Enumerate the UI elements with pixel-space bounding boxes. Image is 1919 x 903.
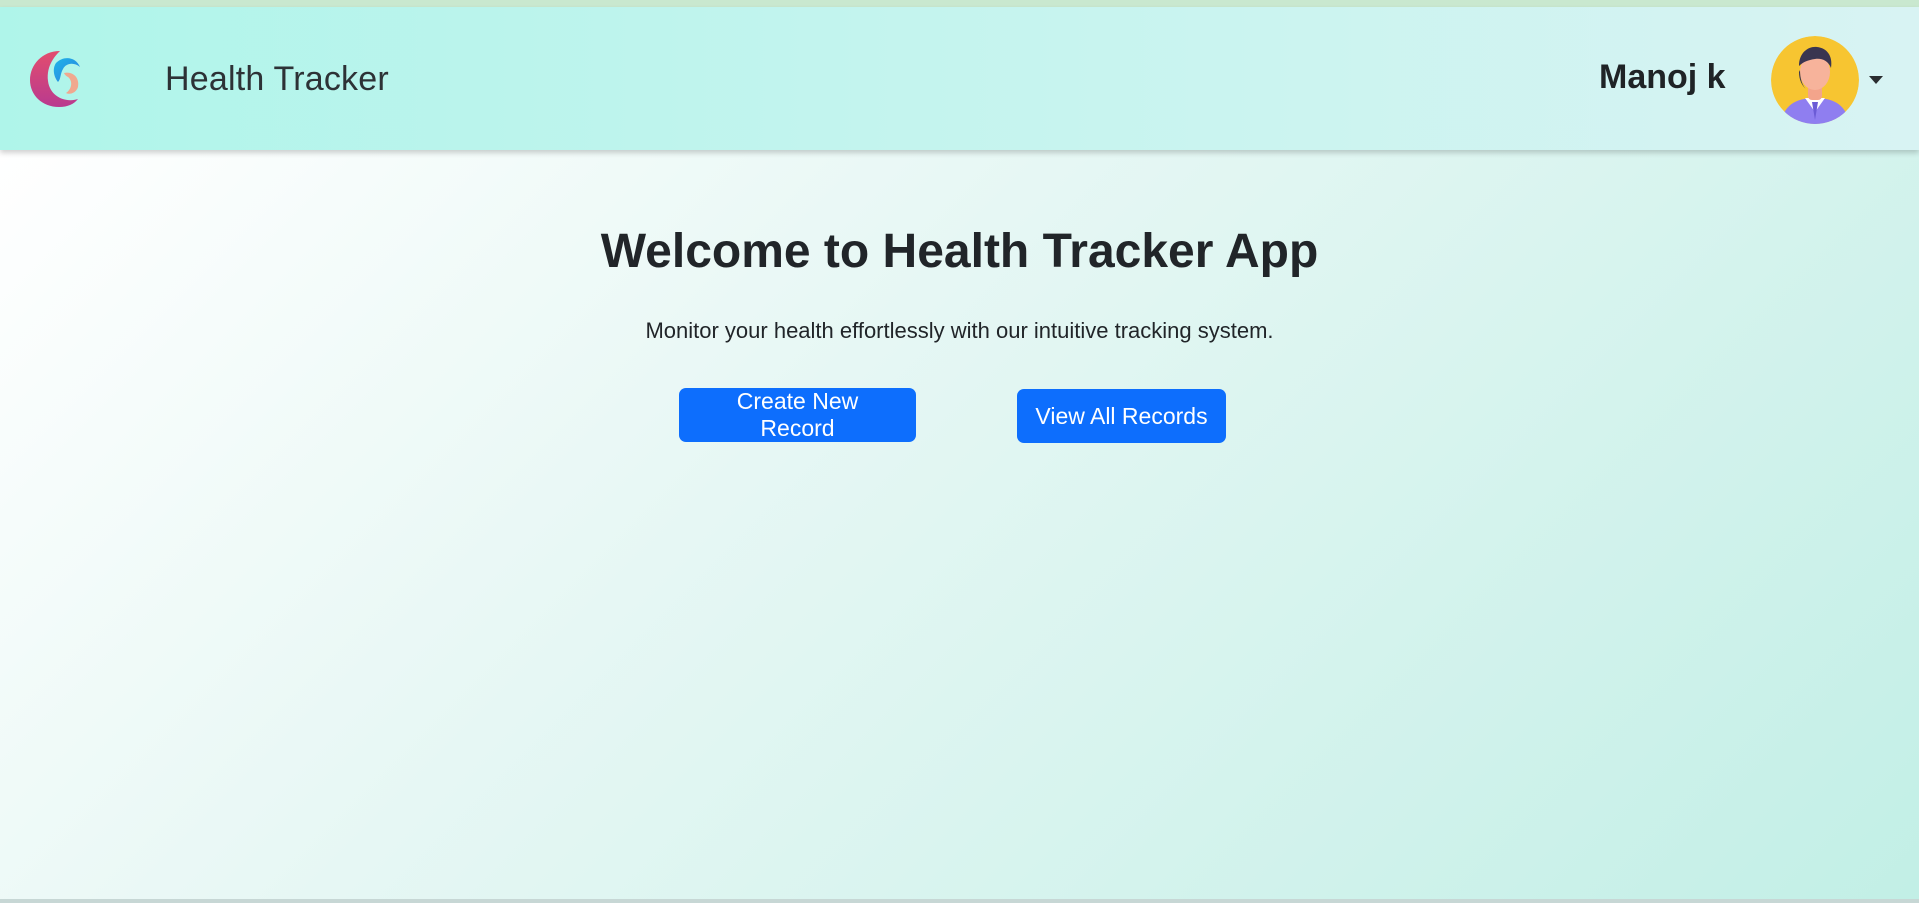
brand-name: Health Tracker — [165, 59, 389, 98]
window-top-strip — [0, 0, 1919, 7]
user-menu-toggle[interactable] — [1771, 36, 1883, 124]
app-logo-icon — [30, 51, 80, 107]
caret-down-icon — [1869, 76, 1883, 84]
user-avatar-icon — [1771, 36, 1859, 124]
user-name: Manoj k — [1599, 58, 1726, 96]
brand-link[interactable]: Health Tracker — [28, 49, 389, 109]
navbar: Health Tracker Manoj k — [0, 7, 1919, 150]
window-bottom-border — [0, 899, 1919, 903]
page-subtitle: Monitor your health effortlessly with ou… — [645, 318, 1274, 343]
create-new-record-button[interactable]: Create New Record — [679, 388, 916, 442]
page-title: Welcome to Health Tracker App — [600, 225, 1319, 278]
view-all-records-button[interactable]: View All Records — [1017, 389, 1226, 443]
